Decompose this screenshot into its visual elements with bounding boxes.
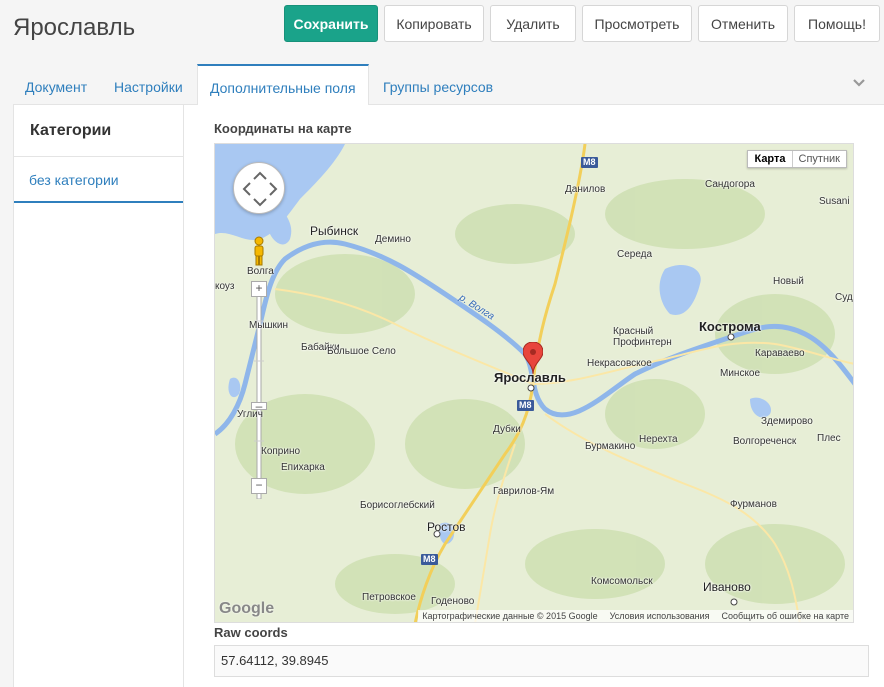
raw-coords-label: Raw coords xyxy=(214,625,288,640)
road-shield: M8 xyxy=(581,157,598,168)
map-field-label: Координаты на карте xyxy=(214,121,352,136)
google-logo[interactable]: Google xyxy=(219,600,274,618)
place-label: Кострома xyxy=(699,319,761,334)
map-type-map-button[interactable]: Карта xyxy=(748,151,793,167)
save-button[interactable]: Сохранить xyxy=(284,5,378,42)
place-label: Susani xyxy=(819,196,850,207)
pegman-label: Волга xyxy=(247,266,274,277)
map-attribution: Картографические данные © 2015 Google Ус… xyxy=(418,610,853,622)
categories-header: Категории xyxy=(14,105,183,157)
chevron-down-icon[interactable] xyxy=(852,76,866,90)
pan-arrows-icon xyxy=(242,171,278,207)
place-label: Здемирово xyxy=(761,416,813,427)
raw-coords-input[interactable]: 57.64112, 39.8945 xyxy=(214,645,869,677)
place-label: Фурманов xyxy=(730,499,777,510)
place-label: Углич xyxy=(237,409,263,420)
place-label: Бурмакино xyxy=(585,441,636,452)
pan-control[interactable] xyxy=(233,162,285,214)
place-label: Гаврилов-Ям xyxy=(493,486,555,497)
place-label: Иваново xyxy=(703,580,751,594)
page-title: Ярославль xyxy=(13,14,136,41)
place-label: Борисоглебский xyxy=(360,500,435,511)
place-label: Суд xyxy=(835,292,853,303)
place-label: Минское xyxy=(720,368,761,379)
place-label: Некрасовское xyxy=(587,358,652,369)
place-label: Комсомольск xyxy=(591,576,653,587)
toolbar: Сохранить Копировать Удалить Просмотреть… xyxy=(284,5,880,42)
tab-bar: Документ Настройки Дополнительные поля Г… xyxy=(13,64,884,106)
category-item[interactable]: без категории xyxy=(14,157,183,203)
attribution-data: Картографические данные © 2015 Google xyxy=(422,611,598,621)
report-error-link[interactable]: Сообщить об ошибке на карте xyxy=(722,611,849,621)
place-label: Ярославль xyxy=(494,370,566,385)
place-label: Нерехта xyxy=(639,434,678,445)
map-type-satellite-button[interactable]: Спутник xyxy=(793,151,846,167)
place-label: Караваево xyxy=(755,348,805,359)
view-button[interactable]: Просмотреть xyxy=(582,5,692,42)
place-label: Большое Село xyxy=(327,346,396,357)
tab-settings[interactable]: Настройки xyxy=(114,64,183,105)
content-panel: Категории без категории Координаты на ка… xyxy=(13,105,884,687)
tab-extra-fields[interactable]: Дополнительные поля xyxy=(197,64,369,106)
tab-resource-groups[interactable]: Группы ресурсов xyxy=(383,64,493,105)
place-label: Середа xyxy=(617,249,653,260)
copy-button[interactable]: Копировать xyxy=(384,5,484,42)
terms-link[interactable]: Условия использования xyxy=(610,611,710,621)
categories-panel: Категории без категории xyxy=(14,105,184,687)
cancel-button[interactable]: Отменить xyxy=(698,5,788,42)
pegman-icon[interactable] xyxy=(251,236,267,266)
place-label: Дубки xyxy=(493,424,521,435)
road-shield: M8 xyxy=(421,554,438,565)
place-label: Сандогора xyxy=(705,179,755,190)
help-button[interactable]: Помощь! xyxy=(794,5,880,42)
road-shield: M8 xyxy=(517,400,534,411)
delete-button[interactable]: Удалить xyxy=(490,5,576,42)
place-label: Демино xyxy=(375,234,411,245)
place-label: Коприно xyxy=(261,446,301,457)
place-label: Волгореченск xyxy=(733,436,797,447)
place-label: Петровское xyxy=(362,592,416,603)
zoom-slider-track[interactable] xyxy=(251,281,267,499)
place-label: Красный Профинтерн xyxy=(613,326,672,348)
zoom-in-button[interactable]: + xyxy=(251,281,267,297)
place-label: Новый xyxy=(773,276,804,287)
tab-document[interactable]: Документ xyxy=(25,64,87,105)
map[interactable]: Карта Спутник Волга + – − Ярославль Кост… xyxy=(214,143,854,623)
zoom-out-button[interactable]: − xyxy=(251,478,267,494)
map-type-control: Карта Спутник xyxy=(747,150,847,168)
place-label: Годеново xyxy=(431,596,475,607)
place-label: Данилов xyxy=(565,184,606,195)
place-label: Мышкин xyxy=(249,320,289,331)
place-label: Плес xyxy=(817,433,841,444)
place-label: Епихарка xyxy=(281,462,325,473)
place-label: Рыбинск xyxy=(310,224,359,238)
place-label: коуз xyxy=(215,281,235,292)
place-label: Ростов xyxy=(427,520,466,534)
